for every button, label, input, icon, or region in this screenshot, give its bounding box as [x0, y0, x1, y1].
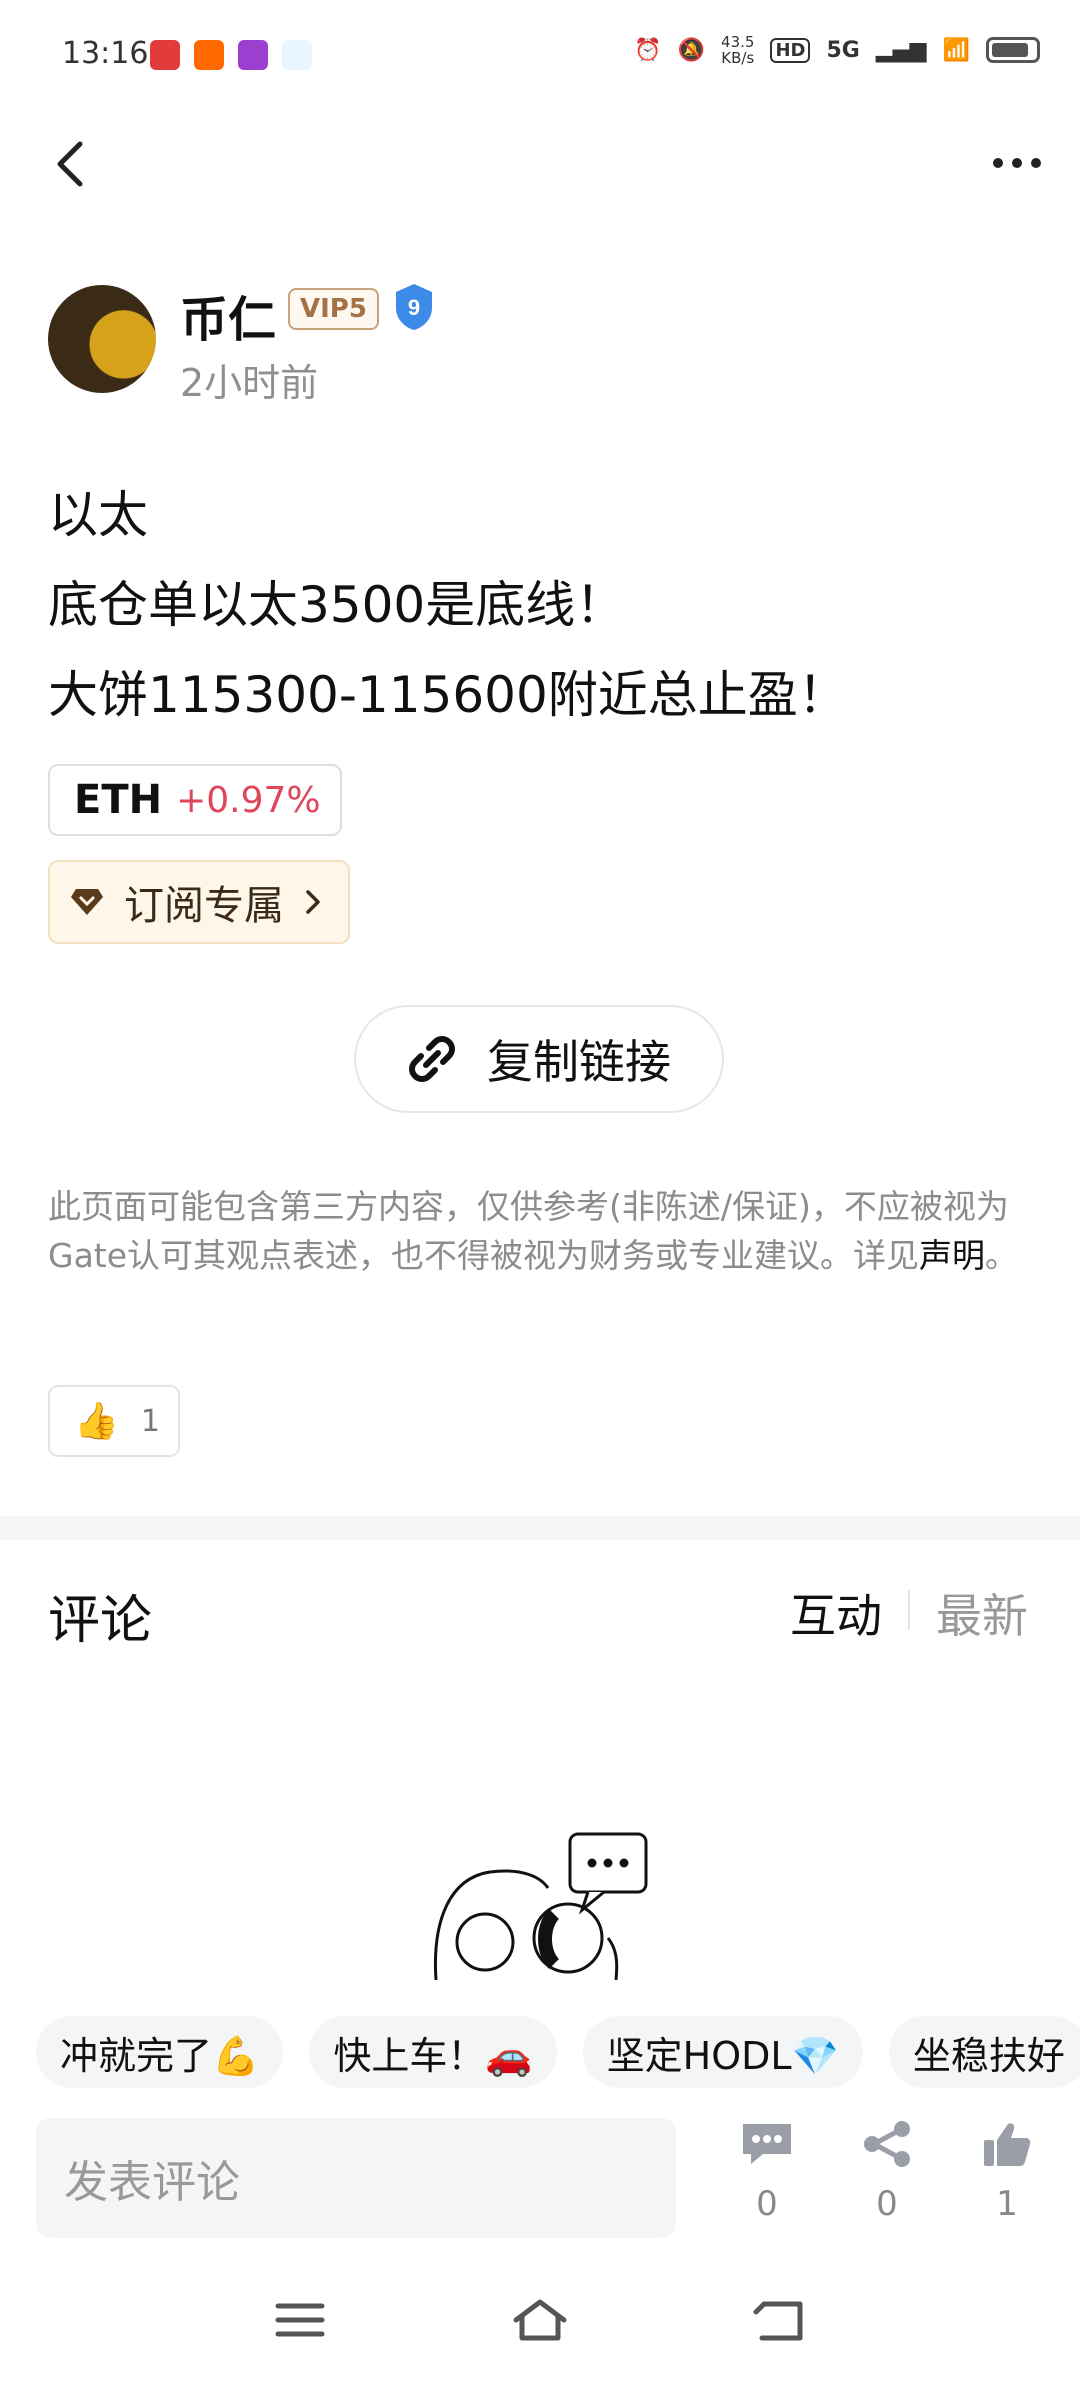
post-time: 2小时前 — [180, 361, 319, 405]
net-speed: 43.5 KB/s — [721, 34, 754, 66]
link-icon — [409, 1036, 455, 1082]
copy-link-button[interactable]: 复制链接 — [354, 1005, 724, 1113]
subscribe-label: 订阅专属 — [124, 883, 284, 929]
mute-icon: 🔕 — [677, 37, 706, 63]
bank-app-icon — [238, 40, 268, 70]
quick-reply-chip[interactable]: 坚定HODL💎 — [582, 2016, 863, 2088]
back-nav-button[interactable] — [750, 2296, 810, 2344]
sort-latest-tab[interactable]: 最新 — [936, 1580, 1028, 1646]
reaction-count: 1 — [140, 1403, 160, 1439]
post-line: 以太 — [48, 486, 148, 544]
back-button[interactable] — [48, 138, 96, 190]
level-badge: 9 — [392, 282, 436, 332]
post-content: 以太 底仓单以太3500是底线！ 大饼115300-115600附近总止盈！ — [48, 470, 848, 740]
disclaimer-end: 。 — [985, 1236, 1019, 1275]
copy-link-label: 复制链接 — [487, 1035, 671, 1089]
status-indicators: ⏰ 🔕 43.5 KB/s HD 5G ▂▄▆ 📶 — [634, 34, 1040, 66]
coin-change: +0.97% — [176, 779, 321, 821]
taobao-app-icon — [194, 40, 224, 70]
quick-reply-chip[interactable]: 冲就完了💪 — [36, 2016, 284, 2088]
signal-icon: ▂▄▆ — [875, 37, 927, 63]
disclaimer-link[interactable]: 声明 — [919, 1236, 985, 1275]
section-divider — [0, 1516, 1080, 1540]
comment-icon — [743, 2124, 791, 2164]
quick-reply-chip[interactable]: 坐稳扶好 — [888, 2016, 1080, 2088]
alarm-icon: ⏰ — [634, 37, 662, 63]
sort-interact-tab[interactable]: 互动 — [790, 1580, 882, 1646]
thumbs-up-icon — [984, 2123, 1031, 2166]
sort-separator — [908, 1590, 910, 1630]
network-indicator: 5G — [826, 37, 860, 63]
back-arrow-icon — [753, 2301, 803, 2341]
coin-symbol: ETH — [74, 777, 163, 823]
net-speed-value: 43.5 — [721, 33, 755, 51]
comments-title: 评论 — [48, 1591, 153, 1651]
thumbs-up-icon: 👍 — [74, 1401, 119, 1442]
coin-tag[interactable]: ETH +0.97% — [48, 764, 342, 836]
post-line: 大饼115300-115600附近总止盈！ — [48, 666, 848, 724]
status-time: 13:16 — [62, 36, 149, 71]
quick-reply-chip[interactable]: 快上车！🚗 — [309, 2016, 557, 2088]
like-action[interactable]: 1 — [962, 2120, 1052, 2224]
chevron-left-icon — [57, 141, 83, 187]
chevron-right-icon — [306, 890, 320, 914]
post-line: 底仓单以太3500是底线！ — [48, 576, 626, 634]
comment-action[interactable]: 0 — [722, 2120, 812, 2224]
status-app-icons — [150, 40, 312, 70]
vip-badge: VIP5 — [288, 288, 379, 330]
like-count: 1 — [996, 2184, 1018, 2224]
empty-state-icon — [433, 1832, 648, 1981]
telegram-app-icon — [282, 40, 312, 70]
battery-icon — [986, 37, 1040, 63]
comment-count: 0 — [756, 2184, 778, 2224]
empty-comments-illustration — [430, 1830, 660, 1981]
avatar[interactable] — [48, 285, 156, 393]
author-name[interactable]: 币仁 — [180, 280, 276, 350]
level-number: 9 — [408, 295, 420, 320]
more-dots-icon — [993, 158, 1041, 168]
net-speed-unit: KB/s — [721, 49, 755, 67]
shield-icon: 9 — [396, 284, 432, 330]
share-action[interactable]: 0 — [842, 2120, 932, 2224]
quick-replies: 冲就完了💪 快上车！🚗 坚定HODL💎 坐稳扶好 — [36, 2016, 1080, 2088]
menu-icon — [275, 2303, 325, 2337]
recent-apps-button[interactable] — [270, 2296, 330, 2344]
reaction-pill[interactable]: 👍 1 — [48, 1385, 180, 1457]
share-icon — [864, 2121, 910, 2167]
subscribe-exclusive-button[interactable]: 订阅专属 — [48, 860, 350, 944]
more-button[interactable] — [990, 145, 1044, 181]
home-icon — [513, 2299, 567, 2341]
wifi-icon: 📶 — [942, 37, 970, 63]
diamond-icon — [71, 889, 103, 915]
disclaimer: 此页面可能包含第三方内容，仅供参考(非陈述/保证)，不应被视为Gate认可其观点… — [48, 1182, 1028, 1280]
stock-app-icon — [150, 40, 180, 70]
share-count: 0 — [876, 2184, 898, 2224]
hd-indicator: HD — [770, 37, 811, 63]
disclaimer-text: 此页面可能包含第三方内容，仅供参考(非陈述/保证)，不应被视为Gate认可其观点… — [48, 1187, 1009, 1275]
home-button[interactable] — [510, 2296, 570, 2344]
comment-input[interactable]: 发表评论 — [36, 2118, 676, 2238]
